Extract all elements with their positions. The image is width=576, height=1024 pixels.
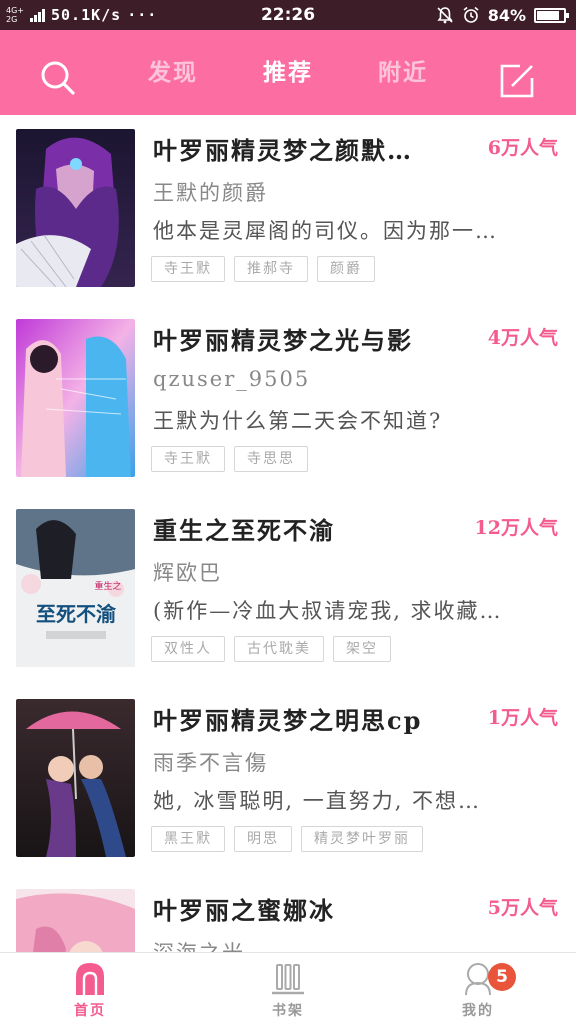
nav-bookshelf[interactable]: 书架: [228, 953, 348, 1024]
tab-recommend[interactable]: 推荐: [243, 30, 333, 115]
story-tag[interactable]: 寺王默: [151, 446, 225, 472]
story-tag[interactable]: 黑王默: [151, 826, 225, 852]
story-cover-image[interactable]: [16, 129, 135, 287]
notification-badge: 5: [488, 963, 516, 991]
nav-profile-label: 我的: [462, 1003, 494, 1019]
story-title[interactable]: 重生之至死不渝: [153, 511, 463, 546]
story-tags: 双性人 古代耽美 架空: [151, 636, 391, 662]
story-tags: 黑王默 明思 精灵梦叶罗丽: [151, 826, 423, 852]
nav-home[interactable]: 首页: [30, 953, 150, 1024]
battery-percent: 84%: [487, 5, 526, 25]
story-description: 她, 冰雪聪明, 一直努力, 不想…: [153, 789, 482, 813]
story-tag[interactable]: 推郝寺: [234, 256, 308, 282]
story-tag[interactable]: 架空: [333, 636, 391, 662]
story-description: 他本是灵犀阁的司仪。因为那一…: [153, 219, 498, 243]
story-description: (新作—冷血大叔请宠我, 求收藏…: [153, 599, 503, 623]
story-item[interactable]: 叶罗丽精灵梦之明思cp 1万人气 雨季不言傷 她, 冰雪聪明, 一直努力, 不想…: [0, 685, 576, 875]
home-icon: [76, 963, 104, 995]
story-tag[interactable]: 颜爵: [317, 256, 375, 282]
nav-profile[interactable]: 5 我的: [418, 953, 538, 1024]
nav-home-label: 首页: [74, 1003, 106, 1019]
mute-bell-icon: [437, 7, 453, 24]
story-cover-image[interactable]: [16, 319, 135, 477]
story-tags: 寺王默 推郝寺 颜爵: [151, 256, 375, 282]
story-item[interactable]: 叶罗丽精灵梦之颜默… 6万人气 王默的颜爵 他本是灵犀阁的司仪。因为那一… 寺王…: [0, 115, 576, 305]
tab-discover[interactable]: 发现: [128, 30, 218, 115]
popularity-count: 6万人气: [487, 137, 558, 159]
bottom-nav: 首页 书架 5 我的: [0, 952, 576, 1024]
story-author: 辉欧巴: [153, 561, 222, 585]
story-cover-image[interactable]: 至死不渝 重生之: [16, 509, 135, 667]
status-right: 84%: [436, 0, 569, 30]
story-cover-image[interactable]: [16, 889, 135, 952]
story-tag[interactable]: 双性人: [151, 636, 225, 662]
svg-text:至死不渝: 至死不渝: [36, 602, 117, 626]
story-tag[interactable]: 明思: [234, 826, 292, 852]
story-list[interactable]: 叶罗丽精灵梦之颜默… 6万人气 王默的颜爵 他本是灵犀阁的司仪。因为那一… 寺王…: [0, 115, 576, 952]
alarm-icon: [463, 6, 479, 23]
svg-text:重生之: 重生之: [94, 580, 121, 592]
story-item[interactable]: 叶罗丽之蜜娜冰 5万人气 深海之光: [0, 875, 576, 952]
popularity-count: 1万人气: [487, 707, 558, 729]
story-author: 深海之光: [153, 937, 553, 952]
story-title[interactable]: 叶罗丽精灵梦之颜默…: [153, 131, 463, 166]
popularity-count: 5万人气: [487, 897, 558, 919]
battery-level: [537, 10, 559, 20]
story-tag[interactable]: 寺思思: [234, 446, 308, 472]
story-cover-image[interactable]: [16, 699, 135, 857]
story-item[interactable]: 叶罗丽精灵梦之光与影 4万人气 qzuser_9505 王默为什么第二天会不知道…: [0, 305, 576, 495]
top-header: 发现 推荐 附近: [0, 30, 576, 115]
status-bar: 4G+ 2G 50.1K/s ··· 22:26 84%: [0, 0, 576, 30]
battery-icon: [534, 7, 569, 23]
story-author: qzuser_9505: [153, 367, 311, 391]
edit-icon[interactable]: [498, 62, 536, 100]
story-tags: 寺王默 寺思思: [151, 446, 308, 472]
popularity-count: 4万人气: [487, 327, 558, 349]
search-icon[interactable]: [38, 58, 78, 98]
story-title[interactable]: 叶罗丽精灵梦之光与影: [153, 321, 463, 356]
story-item[interactable]: 至死不渝 重生之 重生之至死不渝 12万人气 辉欧巴 (新作—冷血大叔请宠我, …: [0, 495, 576, 685]
story-description: 王默为什么第二天会不知道?: [153, 409, 443, 433]
story-tag[interactable]: 古代耽美: [234, 636, 324, 662]
popularity-count: 12万人气: [474, 517, 558, 539]
story-tag[interactable]: 寺王默: [151, 256, 225, 282]
story-author: 雨季不言傷: [153, 751, 268, 775]
nav-bookshelf-label: 书架: [272, 1003, 304, 1019]
story-author: 王默的颜爵: [153, 181, 268, 205]
tab-nearby[interactable]: 附近: [358, 30, 448, 115]
bookshelf-icon: [272, 964, 304, 995]
story-tag[interactable]: 精灵梦叶罗丽: [301, 826, 423, 852]
story-title[interactable]: 叶罗丽精灵梦之明思cp: [153, 701, 463, 736]
story-title[interactable]: 叶罗丽之蜜娜冰: [153, 891, 463, 926]
